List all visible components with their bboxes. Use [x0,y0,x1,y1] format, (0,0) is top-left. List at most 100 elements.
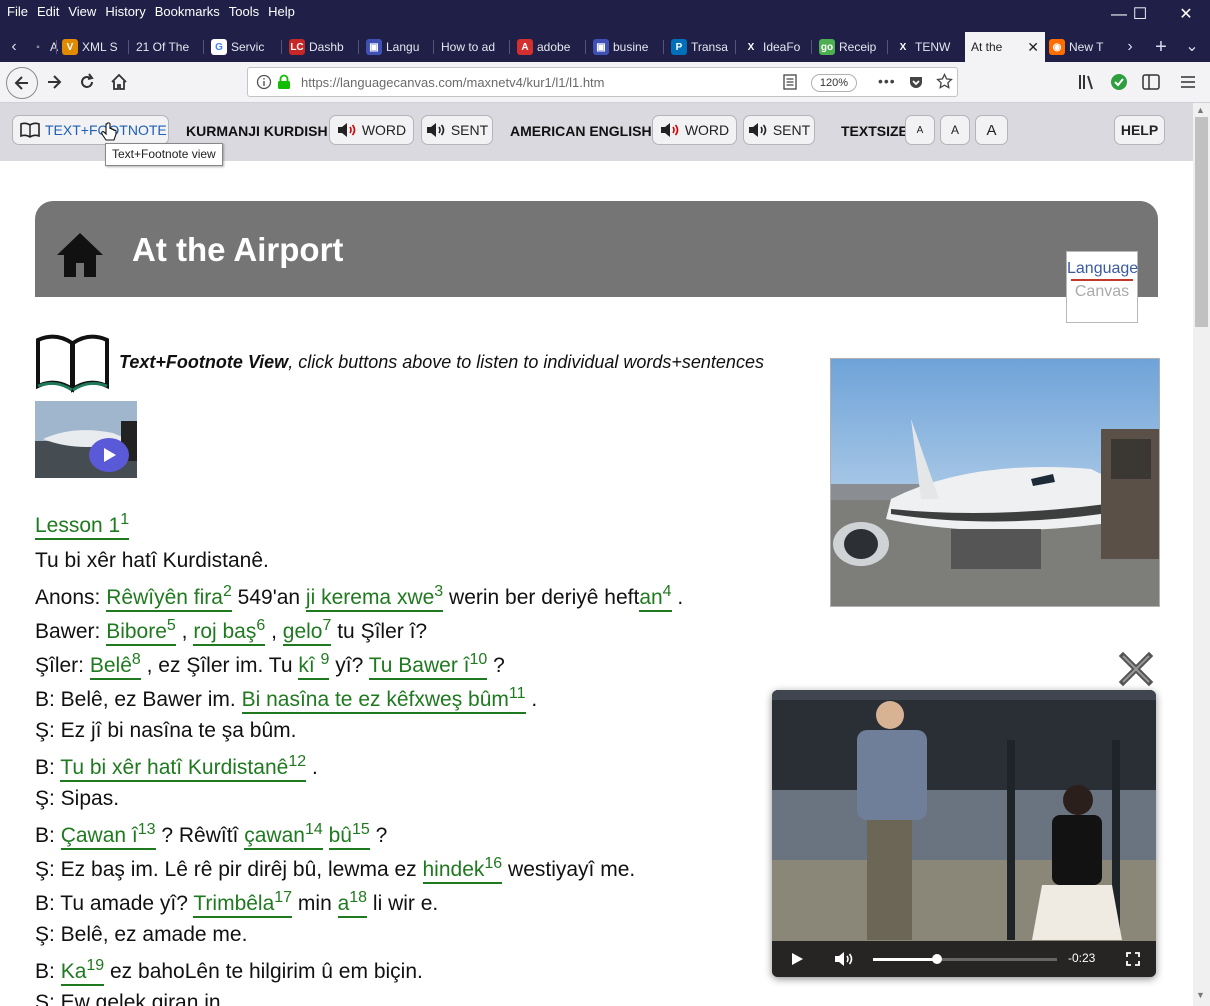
browser-tab[interactable]: LC Dashb [283,32,362,62]
footnote-link[interactable]: çawan14 [244,821,323,850]
footnote-link[interactable]: Rêwîyên fira2 [106,583,232,612]
hamburger-menu-icon[interactable] [1180,75,1196,89]
video-play-icon[interactable] [790,952,804,966]
kurdish-sentence-button[interactable]: SENT [421,115,493,145]
home-icon[interactable] [55,231,105,279]
close-window-button[interactable]: ✕ [1166,2,1206,28]
close-tab-icon[interactable]: ✕ [1027,39,1039,56]
browser-tab[interactable]: ◦ A [24,32,60,62]
dialogue-text: B: [35,756,61,779]
browser-tab[interactable]: X TENW [889,32,967,62]
scroll-up-arrow-icon[interactable]: ▲ [1196,105,1205,115]
sidebar-toggle-icon[interactable] [1142,74,1160,90]
scroll-down-arrow-icon[interactable]: ▼ [1196,990,1205,1000]
reload-button[interactable] [72,67,102,97]
dialogue-text: 549'an [231,586,306,609]
menu-bookmarks[interactable]: Bookmarks [155,4,220,19]
footnote-link[interactable]: Çawan î13 [60,821,156,850]
maximize-button[interactable]: ☐ [1120,2,1160,28]
close-video-icon[interactable] [1117,650,1155,688]
browser-tab[interactable]: 21 Of The [130,32,207,62]
tab-scroll-left-button[interactable]: ‹ [2,32,26,62]
lesson-header: At the Airport [35,201,1158,297]
kurdish-word-button[interactable]: WORD [329,115,414,145]
library-icon[interactable] [1078,74,1096,90]
footnote-link[interactable]: a18 [337,889,368,918]
browser-tab[interactable]: G Servic [205,32,285,62]
textsize-medium-button[interactable]: A [940,115,970,145]
footnote-link[interactable]: hindek16 [422,855,503,884]
help-button[interactable]: HELP [1114,115,1165,145]
footnote-link[interactable]: Ka19 [60,957,105,986]
footnote-number: 3 [434,583,444,600]
footnote-link[interactable]: bû15 [328,821,370,850]
language-canvas-logo[interactable]: Language Canvas [1066,251,1138,323]
menu-view[interactable]: View [68,4,96,19]
fullscreen-icon[interactable] [1126,952,1140,966]
forward-button[interactable] [39,67,69,97]
footnote-link[interactable]: roj baş6 [193,617,266,646]
zoom-level-badge[interactable]: 120% [811,74,857,92]
menu-tools[interactable]: Tools [229,4,259,19]
page-actions-menu-icon[interactable]: ••• [878,73,896,89]
browser-tab[interactable]: ▣ busine [587,32,667,62]
video-player[interactable]: -0:23 [772,690,1156,977]
url-bar[interactable]: https://languagecanvas.com/maxnetv4/kur1… [247,67,958,97]
volume-icon[interactable] [834,950,854,968]
scrollbar-thumb[interactable] [1195,117,1208,327]
browser-tab[interactable]: At the ✕ [965,32,1045,62]
dialogue-text: werin ber deriyê heft [443,586,640,609]
footnote-link[interactable]: kî 9 [298,651,330,680]
browser-tab[interactable]: How to ad [435,32,513,62]
footnote-link[interactable]: an4 [639,583,672,612]
sync-check-icon[interactable] [1110,73,1128,91]
home-button[interactable] [104,67,134,97]
footnote-link[interactable]: Bi nasîna te ez kêfxweş bûm11 [241,685,526,714]
reader-view-icon[interactable] [783,74,797,90]
textsize-small-button[interactable]: A [905,115,935,145]
menu-help[interactable]: Help [268,4,295,19]
browser-tab[interactable]: Aadobe [511,32,589,62]
lock-icon[interactable] [277,74,291,90]
footnote-link[interactable]: Tu Bawer î10 [368,651,488,680]
footnote-link[interactable]: Lesson 11 [35,511,130,540]
reload-icon [81,73,94,88]
tab-separator [128,40,129,54]
browser-tab[interactable]: X IdeaFo [737,32,815,62]
english-word-button[interactable]: WORD [652,115,737,145]
play-icon[interactable] [89,438,129,472]
pocket-icon[interactable] [908,74,924,90]
menu-file[interactable]: File [7,4,28,19]
footnote-link[interactable]: Bibore5 [106,617,176,646]
tab-strip: ‹ ◦ A V XML S 21 Of The G Servic LC Dashb ▣ Langu H… [0,32,1210,62]
browser-tab[interactable]: ▣ Langu [360,32,437,62]
info-icon[interactable] [256,74,272,90]
footnote-link[interactable]: Belê8 [89,651,141,680]
browser-tab[interactable]: go Receip [813,32,891,62]
text-footnote-button[interactable]: TEXT+FOOTNOTE [12,115,169,145]
browser-tab[interactable]: P Transa [665,32,739,62]
dialogue-text: B: [35,824,61,847]
footnote-word: an [639,586,663,609]
list-all-tabs-button[interactable]: ⌄ [1180,32,1204,62]
footnote-link[interactable]: Trimbêla17 [193,889,293,918]
tab-scroll-right-button[interactable]: › [1118,32,1142,62]
footnote-link[interactable]: gelo7 [282,617,332,646]
footnote-link[interactable]: ji kerema xwe3 [305,583,444,612]
video-progress-track[interactable] [873,954,1057,964]
browser-tab[interactable]: ◉ New T [1043,32,1119,62]
english-sentence-button[interactable]: SENT [743,115,815,145]
video-thumbnail[interactable] [35,401,137,478]
bookmark-star-icon[interactable] [936,73,953,90]
browser-tab[interactable]: V XML S [56,32,132,62]
vertical-scrollbar[interactable]: ▲ ▼ [1193,103,1210,1006]
menu-history[interactable]: History [105,4,145,19]
menu-edit[interactable]: Edit [37,4,59,19]
footnote-word: ji kerema xwe [305,586,435,609]
textsize-large-button[interactable]: A [975,115,1008,145]
new-tab-button[interactable]: + [1149,32,1173,62]
speaker-icon [337,123,356,137]
footnote-link[interactable]: Tu bi xêr hatî Kurdistanê12 [60,753,307,782]
video-progress-handle[interactable] [932,954,943,964]
back-button[interactable] [6,67,38,99]
